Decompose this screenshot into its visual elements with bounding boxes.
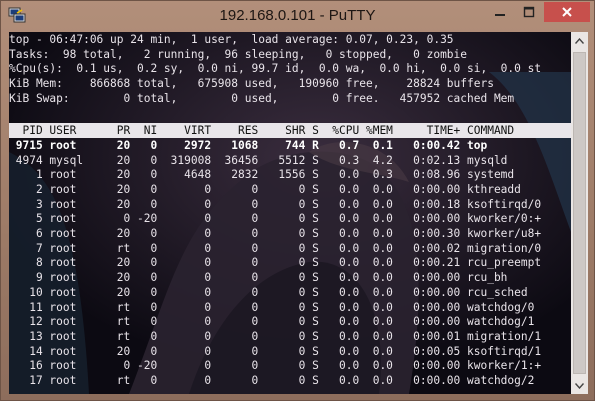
summary-line: Tasks: 98 total, 2 running, 96 sleeping,… <box>9 47 468 61</box>
table-header: PID USER PR NI VIRT RES SHR S %CPU %MEM … <box>9 124 515 138</box>
maximize-button[interactable] <box>515 2 543 22</box>
scrollbar-thumb[interactable] <box>573 52 586 374</box>
process-row: 13 root rt 0 0 0 0 S 0.0 0.0 0:00.01 mig… <box>9 329 542 343</box>
minimize-button[interactable] <box>486 2 514 22</box>
summary-line: KiB Mem: 866868 total, 675908 used, 1909… <box>9 77 494 91</box>
close-icon <box>562 7 572 17</box>
maximize-icon <box>523 6 535 18</box>
process-row: 11 root rt 0 0 0 0 S 0.0 0.0 0:00.00 wat… <box>9 300 535 314</box>
process-row: 5 root 0 -20 0 0 0 S 0.0 0.0 0:00.00 kwo… <box>9 212 542 226</box>
text-cursor <box>9 107 16 121</box>
process-row: 17 root rt 0 0 0 0 S 0.0 0.0 0:00.00 wat… <box>9 374 535 388</box>
title-bar[interactable]: 192.168.0.101 - PuTTY <box>1 1 594 31</box>
terminal-area[interactable]: top - 06:47:06 up 24 min, 1 user, load a… <box>9 32 571 394</box>
process-row: 2 root 20 0 0 0 0 S 0.0 0.0 0:00.00 kthr… <box>9 182 521 196</box>
arrow-down-icon <box>575 382 584 389</box>
process-row: 9 root 20 0 0 0 0 S 0.0 0.0 0:00.00 rcu_… <box>9 271 508 285</box>
close-button[interactable] <box>544 2 590 22</box>
minimize-icon <box>495 14 505 16</box>
putty-window: 192.168.0.101 - PuTTY top - 06:47:06 up … <box>0 0 595 401</box>
summary-line: top - 06:47:06 up 24 min, 1 user, load a… <box>9 33 454 46</box>
process-row: 7 root rt 0 0 0 0 S 0.0 0.0 0:00.02 migr… <box>9 241 542 255</box>
arrow-up-icon <box>575 37 584 44</box>
process-row: 8 root 20 0 0 0 0 S 0.0 0.0 0:00.21 rcu_… <box>9 256 542 270</box>
process-row: 1 root 20 0 4648 2832 1556 S 0.0 0.3 0:0… <box>9 168 515 182</box>
process-row: 10 root 20 0 0 0 0 S 0.0 0.0 0:00.00 rcu… <box>9 285 528 299</box>
process-row: 16 root 0 -20 0 0 0 S 0.0 0.0 0:00.00 kw… <box>9 359 542 373</box>
process-row: 9715 root 20 0 2972 1068 744 R 0.7 0.1 0… <box>9 138 488 152</box>
scroll-up-button[interactable] <box>571 32 588 49</box>
process-row: 4974 mysql 20 0 319008 36456 5512 S 0.3 … <box>9 153 508 167</box>
process-row: 6 root 20 0 0 0 0 S 0.0 0.0 0:00.30 kwor… <box>9 227 542 241</box>
process-row: 3 root 20 0 0 0 0 S 0.0 0.0 0:00.18 ksof… <box>9 197 542 211</box>
process-row: 12 root rt 0 0 0 0 S 0.0 0.0 0:00.00 wat… <box>9 315 535 329</box>
summary-line: KiB Swap: 0 total, 0 used, 0 free. 45795… <box>9 91 515 105</box>
process-row: 14 root 20 0 0 0 0 S 0.0 0.0 0:00.05 kso… <box>9 344 542 358</box>
scroll-down-button[interactable] <box>571 377 588 394</box>
scrollbar[interactable] <box>571 32 588 394</box>
summary-line: %Cpu(s): 0.1 us, 0.2 sy, 0.0 ni, 99.7 id… <box>9 62 542 76</box>
